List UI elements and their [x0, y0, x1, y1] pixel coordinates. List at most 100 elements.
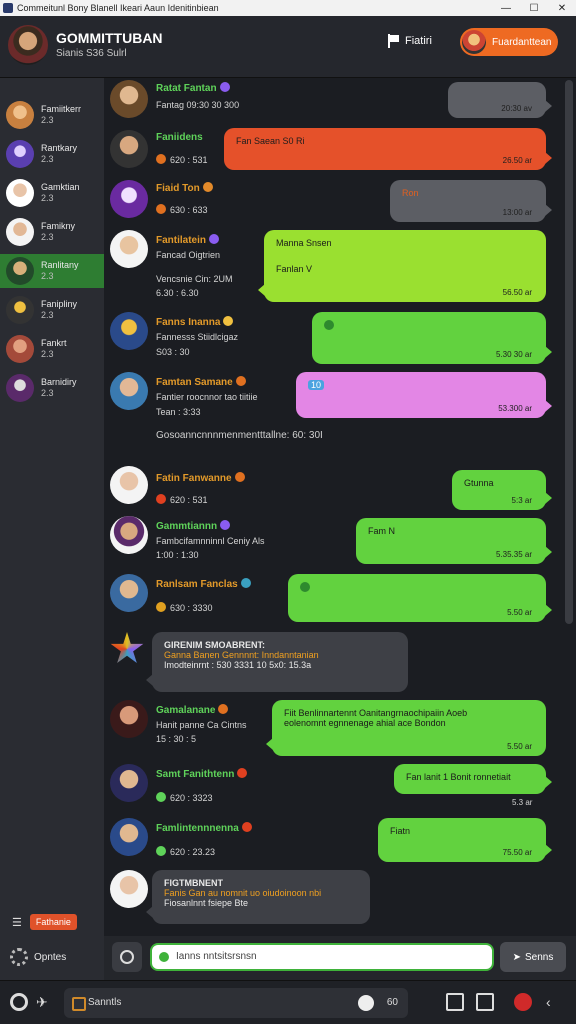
message-text: Fiatn: [390, 826, 411, 836]
record-icon[interactable]: [358, 995, 374, 1011]
sender-avatar[interactable]: [110, 870, 148, 908]
rocket-icon[interactable]: ✈: [36, 993, 54, 1011]
contact-avatar: [6, 101, 34, 129]
contacts-sidebar: Famiitkerr 2.3 Rantkary 2.3 Gamktian 2.3 Fa…: [0, 78, 104, 980]
sender-avatar[interactable]: [110, 230, 148, 268]
message-text: Fiit Benlinnartennt Oanitangrnaochipaiin…: [284, 708, 468, 718]
message-time: 5.50 ar: [507, 742, 532, 751]
alert-icon[interactable]: [514, 993, 532, 1011]
message-text-2: Fanlan V: [276, 264, 313, 274]
message-time: 20:30 av: [501, 104, 532, 113]
sender-name: Fantilatein: [156, 235, 207, 246]
message-text: Fan lanit 1 Bonit ronnetiait: [406, 772, 511, 782]
sender-name: Famlintennnenna: [156, 823, 239, 834]
sender-avatar[interactable]: [110, 312, 148, 350]
emoji-icon: [156, 792, 166, 802]
group-avatar[interactable]: [8, 25, 48, 65]
sidebar-item[interactable]: Barnidiry 2.3: [0, 371, 104, 405]
message-meta-2: 1:00 : 1:30: [156, 550, 199, 560]
contact-name: Gamktian: [41, 182, 80, 192]
message-time: 5.35.35 ar: [495, 550, 532, 559]
message-bubble[interactable]: 5.50 ar: [288, 574, 552, 622]
gallery-icon[interactable]: [476, 993, 494, 1011]
message-bubble[interactable]: Fam N 5.35.35 ar: [356, 518, 552, 564]
sidebar-item[interactable]: Famiitkerr 2.3: [0, 98, 104, 132]
message-bubble[interactable]: Gtunna 5:3 ar: [452, 470, 552, 510]
sender-name: Fanns Inanna: [156, 317, 221, 328]
message-time: 75.50 ar: [502, 848, 532, 857]
contact-count: 2.3: [41, 310, 54, 320]
sender-avatar[interactable]: [110, 574, 148, 612]
emoji-icon: [234, 472, 245, 482]
message-bubble[interactable]: Fan Saean S0 Ri 26.50 ar: [224, 128, 552, 170]
system-card-bubble[interactable]: GIRENIM SMOABRENT: Ganna Banen Gennnnt: …: [146, 632, 408, 692]
badge-icon: [220, 520, 231, 530]
clock-icon[interactable]: [10, 993, 28, 1011]
sender-avatar[interactable]: [110, 466, 148, 504]
message-bubble[interactable]: Fiit Benlinnartennt Oanitangrnaochipaiin…: [266, 700, 546, 756]
sender-avatar[interactable]: [110, 516, 148, 554]
send-icon: ➤: [512, 951, 522, 963]
date-separator: Gosoanncnnnmenmentttallne: 60: 30I: [156, 430, 323, 441]
message-bubble[interactable]: Ron 13:00 ar: [390, 180, 552, 222]
sender-avatar[interactable]: [110, 700, 148, 738]
contact-name: Fanipliny: [41, 299, 78, 309]
message-text: Fam N: [368, 526, 395, 536]
scrollbar[interactable]: [565, 80, 573, 624]
sidebar-item[interactable]: Fankrt 2.3: [0, 332, 104, 366]
composer: Ianns nntsitsrsnsn ➤ Senns: [104, 936, 576, 980]
sender-avatar[interactable]: [110, 80, 148, 118]
message-time: 53.300 ar: [498, 404, 532, 413]
sidebar-item[interactable]: Rantkary 2.3: [0, 137, 104, 171]
card-line-2: Imodteinrnt : 530 3331 10 5x0: 15.3a: [164, 660, 312, 670]
sender-avatar[interactable]: [110, 130, 148, 168]
message-time: 13:00 ar: [502, 208, 532, 217]
profile-button[interactable]: Fuardanttean: [460, 28, 558, 56]
minimize-button[interactable]: —: [492, 3, 520, 14]
image-icon[interactable]: [446, 993, 464, 1011]
system-card-bubble[interactable]: FIGTMBNENT Fanis Gan au nomnit uo oiudoi…: [146, 870, 370, 924]
flag-button[interactable]: Fiatiri: [388, 34, 432, 48]
message-input[interactable]: Ianns nntsitsrsnsn: [150, 943, 494, 971]
emoji-icon: [156, 204, 166, 214]
maximize-button[interactable]: ☐: [520, 3, 548, 14]
emoji-icon: [241, 822, 252, 832]
sidebar-item-active[interactable]: Ranlitany 2.3: [0, 254, 104, 288]
back-icon[interactable]: ‹: [546, 993, 564, 1011]
message-bubble[interactable]: 5.30 30 ar: [312, 312, 552, 364]
contact-avatar: [6, 296, 34, 324]
message-meta: 630 : 633: [170, 205, 208, 215]
emoji-icon: [240, 578, 251, 588]
message-bubble[interactable]: 10 53.300 ar: [296, 372, 552, 418]
footer-pill[interactable]: Fathanie: [29, 914, 77, 930]
message-time: 5.3 ar: [512, 798, 533, 807]
message-bubble[interactable]: Manna Snsen Fanlan V 56.50 ar: [258, 230, 546, 302]
message-meta: 620 : 23.23: [170, 847, 216, 857]
message-meta-2: Tean : 3:33: [156, 407, 201, 417]
contact-name: Fankrt: [41, 338, 67, 348]
message-bubble[interactable]: Fan lanit 1 Bonit ronnetiait: [394, 764, 552, 794]
sender-avatar[interactable]: [110, 372, 148, 410]
sidebar-item[interactable]: Fanipliny 2.3: [0, 293, 104, 327]
settings-button[interactable]: Opntes: [10, 948, 66, 966]
sender-avatar[interactable]: [110, 764, 148, 802]
message-list[interactable]: Ratat Fantan Fantag 09:30 30 300 20:30 a…: [104, 78, 576, 936]
sidebar-item[interactable]: Famikny 2.3: [0, 215, 104, 249]
message-meta-3: 6.30 : 6.30: [156, 288, 199, 298]
sidebar-item[interactable]: Gamktian 2.3: [0, 176, 104, 210]
card-line: Fanis Gan au nomnit uo oiudoinoon nbi: [164, 888, 322, 898]
star-icon: [110, 632, 144, 663]
search-bar[interactable]: Sanntls 60: [64, 988, 408, 1018]
contact-name: Famiitkerr: [41, 104, 81, 114]
message-meta: 620 : 531: [170, 495, 208, 505]
sender-avatar[interactable]: [110, 180, 148, 218]
group-name: GOMMITTUBAN: [56, 30, 163, 46]
badge-icon: [219, 82, 230, 92]
sender-avatar[interactable]: [110, 818, 148, 856]
send-button[interactable]: ➤ Senns: [500, 942, 566, 972]
close-button[interactable]: ✕: [548, 3, 576, 14]
message-bubble[interactable]: Fiatn 75.50 ar: [378, 818, 552, 862]
message-bubble[interactable]: 20:30 av: [448, 82, 552, 118]
attach-button[interactable]: [112, 942, 142, 972]
contact-count: 2.3: [41, 193, 54, 203]
